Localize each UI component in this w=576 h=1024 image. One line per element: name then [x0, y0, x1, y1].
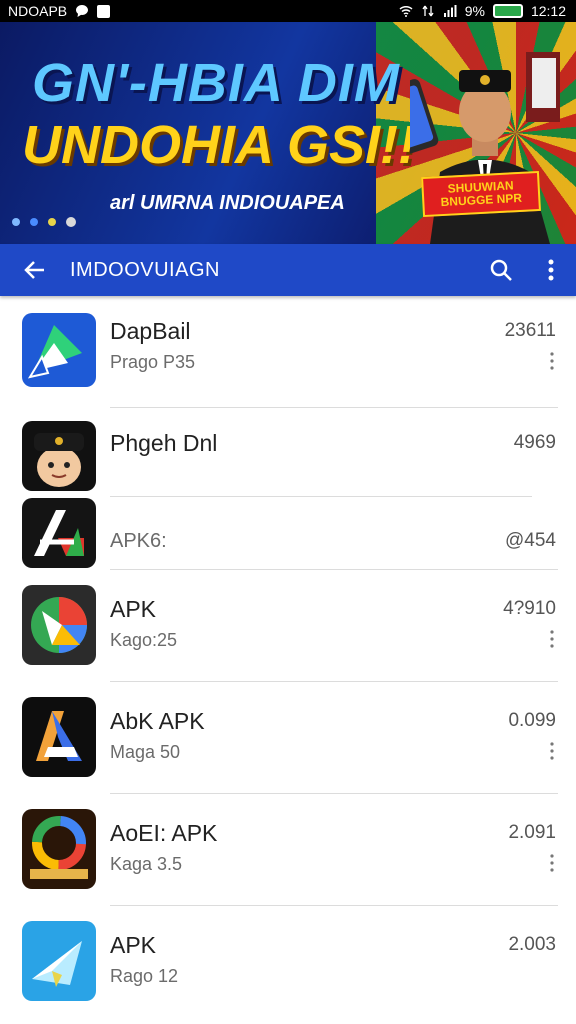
app-subtitle: Rago 12 [110, 966, 179, 986]
signal-icon [443, 5, 457, 17]
cartoon-officer-icon [22, 421, 96, 491]
app-subtitle: Kaga 3.5 [110, 854, 183, 874]
app-name: APK [110, 932, 157, 958]
letter-a-dark-icon [22, 498, 96, 568]
carousel-dot[interactable] [12, 218, 20, 226]
list-item[interactable]: DapBail Prago P35 23611 [0, 296, 576, 408]
list-item[interactable]: APK Rago 12 2.003 [0, 906, 576, 1018]
paper-plane-icon [22, 921, 96, 1001]
list-item[interactable]: Phgeh Dnl 4969 APK6: @454 [0, 408, 576, 570]
app-subtitle: Prago P35 [110, 352, 196, 372]
chat-bubble-icon [76, 5, 89, 17]
battery-percent: 9% [464, 3, 485, 19]
blue-map-arrow-icon [22, 313, 96, 387]
banner-headline-line1: GN'-HBIA DIM [32, 53, 400, 113]
overflow-menu-button[interactable] [526, 258, 576, 282]
clock: 12:12 [530, 3, 566, 19]
app-count: 4?910 [503, 598, 556, 619]
gradient-a-icon [22, 697, 96, 777]
app-count: 2.003 [508, 934, 556, 955]
more-vert-icon [550, 854, 554, 872]
app-count: 2.091 [508, 822, 556, 843]
arrow-back-icon [24, 261, 44, 279]
list-item[interactable]: AoEI: APK Kaga 3.5 2.091 [0, 794, 576, 906]
item-menu-button[interactable] [544, 630, 560, 654]
colorful-ring-icon [22, 809, 96, 889]
more-vert-icon [550, 742, 554, 760]
carousel-dot-active[interactable] [66, 217, 76, 227]
app-count: @454 [505, 530, 556, 551]
search-icon [490, 259, 512, 281]
page-title: IMDOOVUIAGN [70, 258, 220, 281]
banner-tagline: arl UMRNA INDIOUAPEA [110, 192, 345, 214]
list-item[interactable]: AbK APK Maga 50 0.099 [0, 682, 576, 794]
app-subtitle: Kago:25 [110, 630, 178, 650]
carousel-indicator[interactable] [12, 217, 76, 227]
more-vert-icon [548, 259, 554, 281]
app-subtitle: Maga 50 [110, 742, 181, 762]
app-subtitle: APK6: [110, 530, 167, 552]
banner-headline-line2: UNDOHIA GSI!! [22, 115, 416, 175]
item-menu-button[interactable] [544, 352, 560, 376]
app-count: 4969 [513, 432, 556, 453]
promo-badge: SHUUWIAN BNUGGE NPR [421, 170, 541, 218]
app-name: AoEI: APK [110, 820, 218, 846]
back-button[interactable] [0, 257, 70, 283]
maps-pin-icon [22, 585, 96, 665]
more-vert-icon [550, 630, 554, 648]
row-divider [110, 496, 532, 497]
app-bar: IMDOOVUIAGN [0, 244, 576, 296]
data-transfer-icon [422, 5, 434, 17]
app-name: APK [110, 596, 157, 622]
carousel-dot[interactable] [48, 218, 56, 226]
app-name: AbK APK [110, 708, 205, 734]
app-list: DapBail Prago P35 23611 Phgeh Dnl 4969 A… [0, 296, 576, 1018]
promo-badge-line2: BNUGGE NPR [440, 190, 523, 210]
app-count: 0.099 [508, 710, 556, 731]
item-menu-button[interactable] [544, 742, 560, 766]
list-item[interactable]: APK Kago:25 4?910 [0, 570, 576, 682]
notification-icon [97, 4, 111, 18]
carousel-dot[interactable] [30, 218, 38, 226]
app-name: Phgeh Dnl [110, 430, 218, 456]
promo-banner[interactable]: GN'-HBIA DIM UNDOHIA GSI!! arl UMRNA IND… [0, 22, 576, 244]
item-menu-button[interactable] [544, 854, 560, 878]
status-bar: NDOAPB 9% 12:12 [0, 0, 576, 22]
app-count: 23611 [504, 320, 556, 341]
search-button[interactable] [476, 257, 526, 283]
carrier-label: NDOAPB [8, 3, 68, 19]
more-vert-icon [550, 352, 554, 370]
battery-icon [492, 4, 523, 18]
wifi-icon [399, 5, 413, 17]
app-name: DapBail [110, 318, 191, 344]
